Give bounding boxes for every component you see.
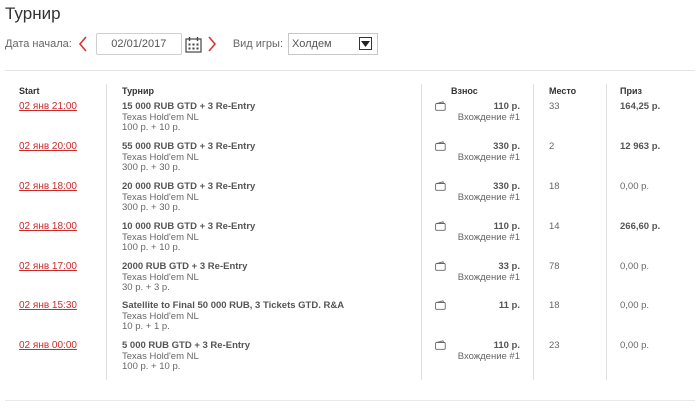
table-row: 02 янв 18:00 10 000 RUB GTD + 3 Re-Entry…: [0, 221, 700, 261]
header-start: Start: [19, 86, 40, 96]
prize-amount: 164,25 р.: [620, 101, 661, 112]
prize-amount: 0,00 р.: [620, 261, 650, 272]
wallet-icon: [435, 340, 446, 353]
tournament-name: 2000 RUB GTD + 3 Re-Entry: [122, 261, 248, 272]
tournament-name: 20 000 RUB GTD + 3 Re-Entry: [122, 181, 256, 192]
start-time-link[interactable]: 02 янв 18:00: [19, 181, 77, 192]
entry-number: Вхождение #1: [457, 152, 520, 163]
start-time-link[interactable]: 02 янв 00:00: [19, 340, 77, 351]
table-row: 02 янв 20:00 55 000 RUB GTD + 3 Re-Entry…: [0, 141, 700, 181]
buyin-fee: 110 р.: [493, 340, 520, 351]
entry-number: Вхождение #1: [457, 232, 520, 243]
header-buyin: Взнос: [451, 86, 478, 96]
tournament-name: 5 000 RUB GTD + 3 Re-Entry: [122, 340, 251, 351]
wallet-icon: [435, 141, 446, 154]
prize-amount: 0,00 р.: [620, 340, 650, 351]
buyin-fee: 33 р.: [498, 261, 520, 272]
buyin-detail: 300 р. + 30 р.: [122, 162, 181, 173]
tournament-name: 10 000 RUB GTD + 3 Re-Entry: [122, 221, 256, 232]
finish-place: 2: [549, 141, 555, 152]
finish-place: 23: [549, 340, 560, 351]
entry-number: Вхождение #1: [457, 351, 520, 362]
prize-amount: 0,00 р.: [620, 181, 650, 192]
start-time-link[interactable]: 02 янв 15:30: [19, 300, 77, 311]
buyin-detail: 30 р. + 3 р.: [122, 282, 170, 293]
buyin-fee: 11 р.: [498, 300, 520, 311]
tournament-name: 55 000 RUB GTD + 3 Re-Entry: [122, 141, 256, 152]
buyin-detail: 300 р. + 30 р.: [122, 202, 181, 213]
prize-amount: 0,00 р.: [620, 300, 650, 311]
table-row: 02 янв 21:00 15 000 RUB GTD + 3 Re-Entry…: [0, 101, 700, 141]
buyin-detail: 100 р. + 10 р.: [122, 361, 181, 372]
prev-date-button[interactable]: [76, 35, 90, 53]
start-time-link[interactable]: 02 янв 18:00: [19, 221, 77, 232]
calendar-icon: [185, 36, 202, 53]
tournament-name: 15 000 RUB GTD + 3 Re-Entry: [122, 101, 256, 112]
calendar-button[interactable]: [185, 35, 203, 53]
buyin-fee: 330 р.: [493, 181, 520, 192]
wallet-icon: [435, 181, 446, 194]
start-time-link[interactable]: 02 янв 21:00: [19, 101, 77, 112]
chevron-left-icon: [78, 36, 87, 52]
finish-place: 78: [549, 261, 560, 272]
buyin-detail: 100 р. + 10 р.: [122, 242, 181, 253]
game-type-value: Холдем: [292, 38, 332, 50]
finish-place: 18: [549, 300, 560, 311]
finish-place: 33: [549, 101, 560, 112]
buyin-fee: 110 р.: [493, 101, 520, 112]
table-row: 02 янв 00:00 5 000 RUB GTD + 3 Re-Entry …: [0, 340, 700, 380]
table-header: Start Турнир Взнос Место Приз: [0, 86, 700, 98]
chevron-right-icon: [208, 36, 216, 52]
bottom-divider: [5, 400, 695, 401]
buyin-detail: 10 р. + 1 р.: [122, 321, 170, 332]
wallet-icon: [435, 101, 446, 114]
start-time-link[interactable]: 02 янв 17:00: [19, 261, 77, 272]
header-tournament: Турнир: [122, 86, 155, 96]
buyin-detail: 100 р. + 10 р.: [122, 122, 181, 133]
entry-number: Вхождение #1: [457, 272, 520, 283]
table-row: 02 янв 17:00 2000 RUB GTD + 3 Re-Entry T…: [0, 261, 700, 301]
entry-number: Вхождение #1: [457, 112, 520, 123]
table-row: 02 янв 18:00 20 000 RUB GTD + 3 Re-Entry…: [0, 181, 700, 221]
wallet-icon: [435, 261, 446, 274]
wallet-icon: [435, 221, 446, 234]
wallet-icon: [435, 300, 446, 313]
finish-place: 14: [549, 221, 560, 232]
filter-bar: Дата начала: Вид игры: Холдем: [5, 33, 379, 55]
dropdown-arrow-icon: [359, 37, 373, 50]
next-date-button[interactable]: [205, 35, 219, 53]
game-type-select[interactable]: Холдем: [288, 33, 379, 55]
date-input[interactable]: [95, 33, 182, 55]
prize-amount: 12 963 р.: [620, 141, 661, 152]
date-label: Дата начала:: [5, 38, 72, 50]
tournament-name: Satellite to Final 50 000 RUB, 3 Tickets…: [122, 300, 345, 311]
game-type-label: Вид игры:: [232, 38, 284, 50]
entry-number: Вхождение #1: [457, 192, 520, 203]
buyin-fee: 110 р.: [493, 221, 520, 232]
prize-amount: 266,60 р.: [620, 221, 661, 232]
header-prize: Приз: [620, 86, 642, 96]
start-time-link[interactable]: 02 янв 20:00: [19, 141, 77, 152]
finish-place: 18: [549, 181, 560, 192]
page-title: Турнир: [5, 4, 61, 23]
filter-divider: [5, 70, 695, 71]
table-row: 02 янв 15:30 Satellite to Final 50 000 R…: [0, 300, 700, 340]
buyin-fee: 330 р.: [493, 141, 520, 152]
header-place: Место: [549, 86, 577, 96]
